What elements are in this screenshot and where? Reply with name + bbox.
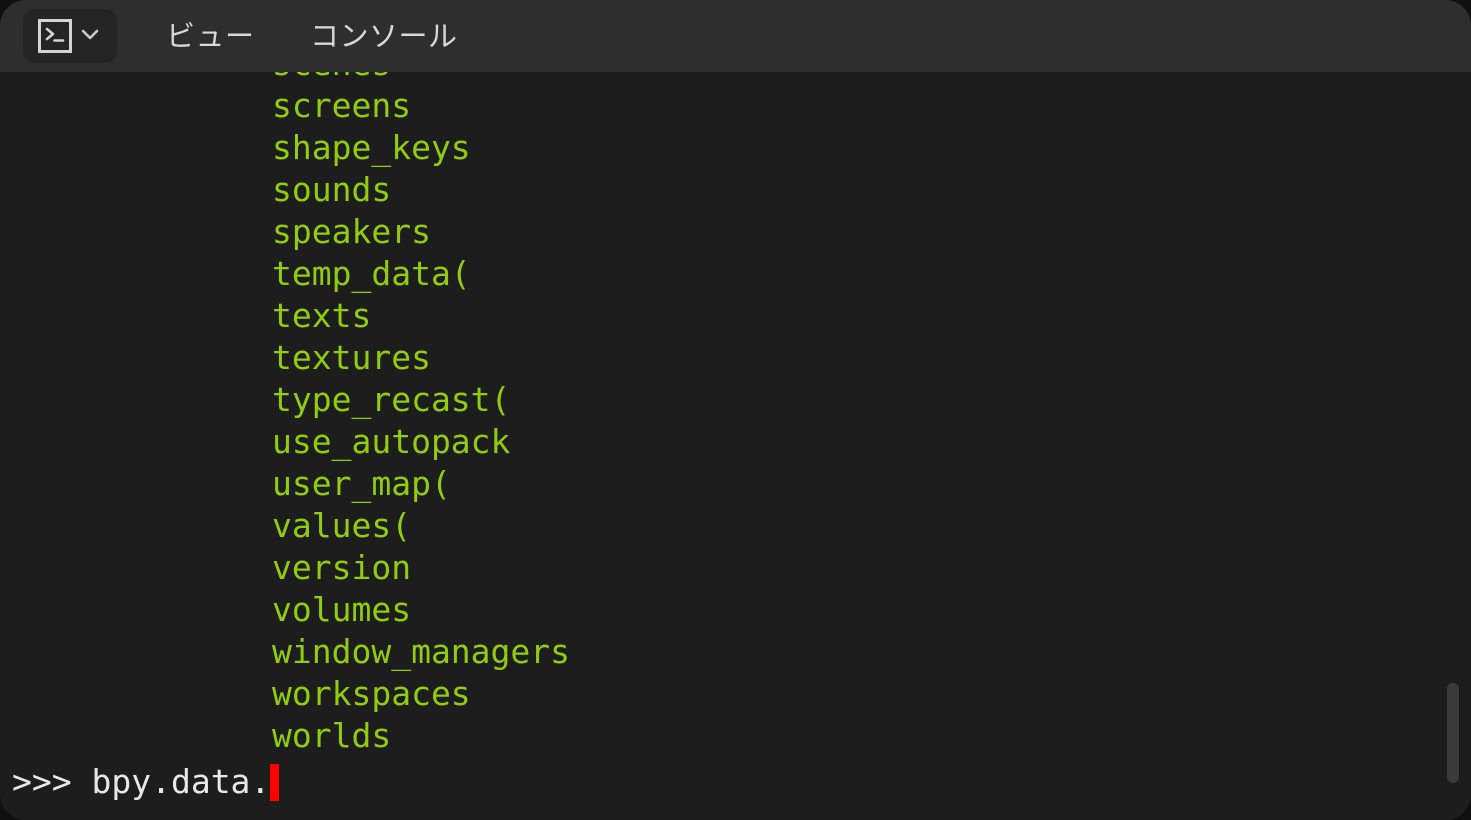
console-completion-item: volumes (272, 590, 412, 629)
console-completion-item: use_autopack (272, 422, 511, 461)
console-completion-item: type_recast( (272, 380, 511, 419)
console-completion-item: worlds (272, 716, 392, 755)
chevron-down-icon (78, 22, 102, 50)
editor-type-button[interactable] (23, 9, 117, 63)
console-completion-item: textures (272, 338, 431, 377)
console-input-text[interactable]: bpy.data. (91, 760, 270, 804)
console-completion-item: values( (272, 506, 412, 545)
console-completion-list: scenesscreensshape_keyssoundsspeakerstem… (0, 72, 1471, 757)
console-scrollbar[interactable] (1443, 72, 1463, 812)
prompt-symbol: >>> (12, 762, 92, 801)
console-completion-item: user_map( (272, 464, 451, 503)
console-completion-item: texts (272, 296, 372, 335)
console-completion-item: shape_keys (272, 128, 471, 167)
editor-header: ビュー コンソール (0, 0, 1471, 72)
console-completion-item: screens (272, 86, 412, 125)
text-cursor (270, 763, 280, 801)
console-output-area[interactable]: scenesscreensshape_keyssoundsspeakerstem… (0, 72, 1471, 820)
console-completion-item: version (272, 548, 412, 587)
console-completion-item: speakers (272, 212, 431, 251)
console-completion-item: temp_data( (272, 254, 471, 293)
console-completion-item: sounds (272, 170, 392, 209)
console-icon (38, 19, 72, 53)
blender-python-console-window: ビュー コンソール scenesscreensshape_keyssoundss… (0, 0, 1471, 820)
console-scrollbar-thumb[interactable] (1447, 683, 1459, 783)
menu-console[interactable]: コンソール (310, 0, 458, 72)
console-completion-item: workspaces (272, 674, 471, 713)
menu-view[interactable]: ビュー (166, 0, 255, 72)
console-completion-item: scenes (0, 72, 1471, 85)
console-prompt-line[interactable]: >>> bpy.data. (0, 760, 1471, 804)
console-completion-item: window_managers (272, 632, 571, 671)
